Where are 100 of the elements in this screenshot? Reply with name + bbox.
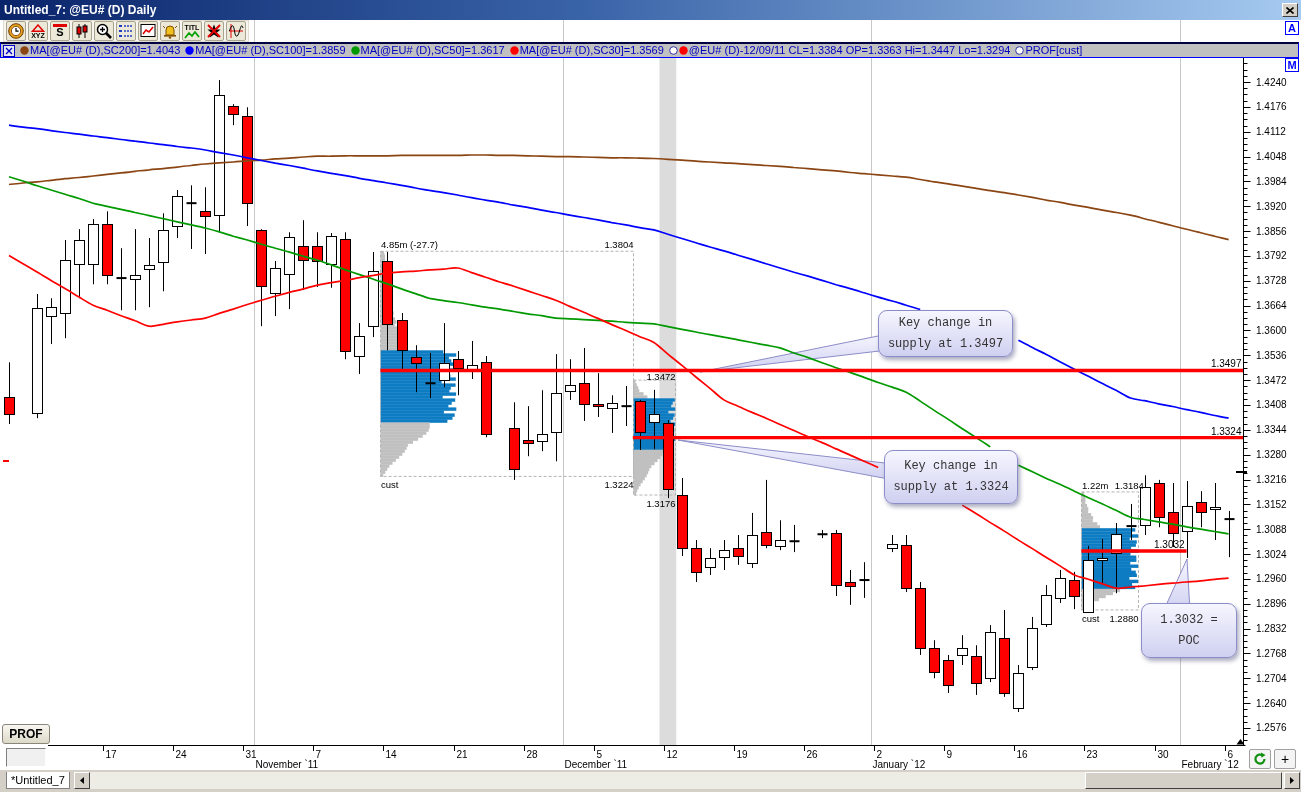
price-axis-label: 1.3536 bbox=[1256, 349, 1287, 361]
month-axis-label: December `11 bbox=[564, 759, 628, 770]
list-button[interactable] bbox=[116, 21, 136, 41]
candlestick bbox=[565, 358, 576, 401]
scrollbar[interactable] bbox=[73, 772, 1300, 789]
zigzag-line-icon bbox=[184, 30, 200, 39]
right-arrow-icon bbox=[1290, 777, 1294, 784]
legend-close-button[interactable] bbox=[3, 44, 15, 57]
callout-note: Key change in supply at 1.3497 bbox=[878, 310, 1013, 357]
candlestick bbox=[200, 186, 211, 255]
candlestick bbox=[761, 479, 772, 549]
price-axis-label: 1.3664 bbox=[1256, 300, 1287, 312]
wave-button[interactable] bbox=[226, 21, 246, 41]
legend-entry: MA[@EU# (D),SC100]=1.3859 bbox=[195, 44, 346, 57]
legend-entry: MA[@EU# (D),SC200]=1.4043 bbox=[30, 44, 181, 57]
corner-button[interactable]: M bbox=[1285, 58, 1299, 72]
candlestick bbox=[1055, 569, 1066, 604]
price-axis-label: 1.3984 bbox=[1256, 175, 1287, 187]
add-button[interactable]: + bbox=[1274, 749, 1296, 769]
candlestick bbox=[817, 529, 828, 539]
bar-style-button[interactable] bbox=[72, 21, 92, 41]
price-axis-label: 1.3344 bbox=[1256, 424, 1287, 436]
candlestick bbox=[705, 547, 716, 576]
zoom-in-icon bbox=[96, 23, 112, 39]
price-axis-label: 1.3088 bbox=[1256, 523, 1287, 535]
price-axis-label: 1.3728 bbox=[1256, 275, 1287, 287]
candlestick bbox=[1097, 538, 1108, 584]
price-axis-label: 1.2768 bbox=[1256, 647, 1287, 659]
candlestick bbox=[719, 539, 730, 571]
candlestick bbox=[397, 312, 408, 370]
candlestick bbox=[116, 247, 127, 311]
candlestick bbox=[901, 534, 912, 593]
price-axis-label: 1.3856 bbox=[1256, 225, 1287, 237]
price-axis-label: 1.3920 bbox=[1256, 200, 1287, 212]
date-axis-label: 19 bbox=[736, 749, 748, 760]
candlestick bbox=[621, 385, 632, 427]
month-axis-label: February `12 bbox=[1181, 759, 1239, 770]
bell-icon bbox=[162, 23, 178, 39]
profile-label: 1.3804 bbox=[604, 239, 634, 251]
candlestick bbox=[691, 539, 702, 583]
candlestick bbox=[1069, 571, 1080, 610]
date-axis-label: 24 bbox=[175, 749, 187, 760]
price-axis-label: 1.3408 bbox=[1256, 399, 1287, 411]
line-chart-icon bbox=[140, 23, 156, 39]
profile-label: 1.3472 bbox=[646, 370, 676, 382]
candlestick bbox=[971, 644, 982, 696]
scroll-left-button[interactable] bbox=[73, 772, 90, 789]
legend-entry: MA[@EU# (D),SC30]=1.3569 bbox=[519, 44, 664, 57]
candlestick bbox=[929, 639, 940, 679]
price-axis-label: 1.2896 bbox=[1256, 598, 1287, 610]
document-tab[interactable]: *Untitled_7 bbox=[6, 772, 70, 789]
profile-label: 1.2880 bbox=[1109, 612, 1139, 624]
price-axis-label: 1.2704 bbox=[1256, 672, 1287, 684]
scroll-right-button[interactable] bbox=[1284, 772, 1300, 789]
profile-label: 1.22m bbox=[1082, 479, 1109, 491]
ring-icon bbox=[668, 46, 678, 55]
scrollbar-thumb[interactable] bbox=[1085, 772, 1282, 789]
alert-button[interactable] bbox=[160, 21, 180, 41]
date-axis-label: 28 bbox=[526, 749, 538, 760]
date-axis-label: 9 bbox=[946, 749, 953, 760]
candlestick bbox=[985, 624, 996, 683]
candlestick bbox=[467, 340, 478, 380]
candlestick bbox=[845, 569, 856, 606]
date-axis-label: 30 bbox=[1157, 749, 1169, 760]
profile-label: cust bbox=[1082, 612, 1100, 624]
candlestick bbox=[172, 189, 183, 239]
delete-button[interactable] bbox=[204, 21, 224, 41]
candlestick bbox=[453, 350, 464, 396]
price-axis-label: 1.4176 bbox=[1256, 101, 1287, 113]
close-button[interactable] bbox=[1282, 3, 1298, 17]
symbol-button[interactable]: S bbox=[50, 21, 70, 41]
candlestick bbox=[537, 389, 548, 452]
candlestick bbox=[523, 405, 534, 457]
month-axis-label: January `12 bbox=[872, 759, 926, 770]
wave-icon bbox=[228, 23, 244, 39]
close-icon bbox=[1286, 6, 1294, 14]
zoom-in-button[interactable] bbox=[94, 21, 114, 41]
candlestick bbox=[593, 372, 604, 418]
close-icon bbox=[5, 46, 13, 55]
candlestick bbox=[4, 361, 15, 425]
candlestick bbox=[74, 228, 85, 299]
text-field[interactable] bbox=[6, 748, 46, 767]
corner-button[interactable]: A bbox=[1285, 21, 1299, 35]
candlestick bbox=[326, 232, 337, 289]
candlestick bbox=[943, 654, 954, 694]
price-axis-label: 1.2640 bbox=[1256, 697, 1287, 709]
prof-button[interactable]: PROF bbox=[2, 724, 50, 744]
chart-button[interactable] bbox=[138, 21, 158, 41]
price-level-label: 1.3497 bbox=[1210, 358, 1242, 370]
candlestick bbox=[789, 524, 800, 553]
date-axis-label: 17 bbox=[105, 749, 117, 760]
candlestick bbox=[312, 231, 323, 288]
legend-entry: PROF[cust] bbox=[1025, 44, 1083, 57]
profile-label: 1.3184 bbox=[1114, 479, 1144, 491]
clock-button[interactable] bbox=[6, 21, 26, 41]
date-axis-label: 26 bbox=[806, 749, 818, 760]
refresh-button[interactable] bbox=[1249, 749, 1271, 769]
date-axis-label: 5 bbox=[596, 749, 603, 760]
legend-entry: MA[@EU# (D),SC50]=1.3617 bbox=[360, 44, 505, 57]
ring-icon bbox=[1015, 46, 1025, 55]
